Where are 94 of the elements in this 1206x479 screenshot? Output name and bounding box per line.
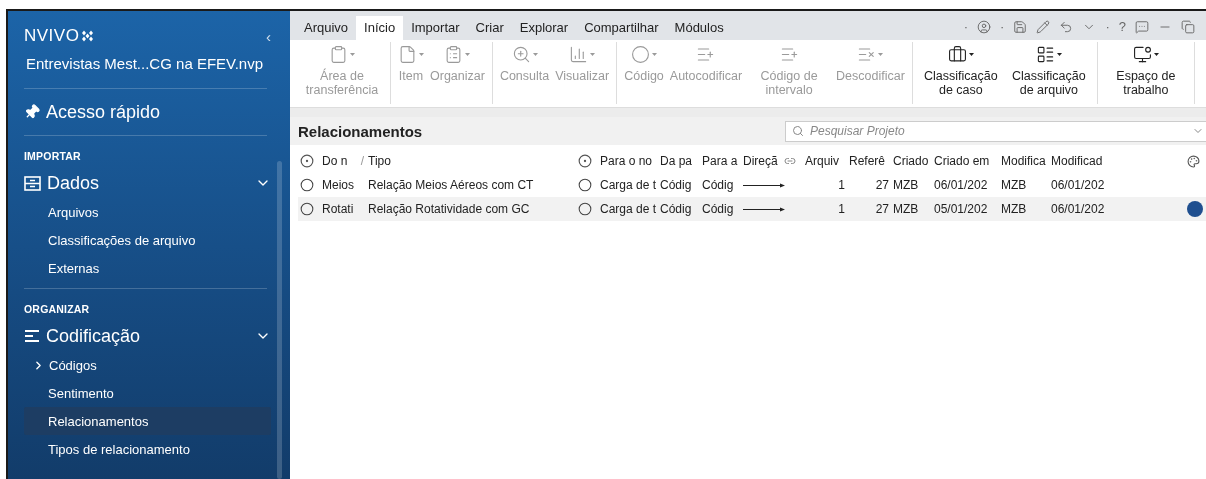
pencil-icon[interactable]	[1036, 19, 1051, 34]
table-cell: Rotati	[322, 202, 354, 216]
table-cell: 27	[875, 202, 889, 216]
search-field[interactable]: Pesquisar Projeto	[785, 120, 1206, 142]
table-cell: Relação Meios Aéreos com CT	[368, 178, 534, 192]
bar-chart-icon	[569, 44, 589, 64]
briefcase-icon	[947, 44, 967, 64]
table-cell: 06/01/202	[1051, 178, 1105, 192]
table-cell: Carga de t	[600, 202, 657, 216]
column-header[interactable]: Modifica	[1001, 154, 1046, 168]
nav-item[interactable]: Classificações de arquivo	[24, 226, 271, 254]
table-cell: Códig	[702, 202, 734, 216]
ribbon-button[interactable]: Classificação de arquivo	[1005, 42, 1092, 104]
menu-tab[interactable]: Explorar	[511, 16, 577, 40]
comment-icon[interactable]	[1135, 19, 1149, 34]
undo-icon[interactable]	[1059, 19, 1074, 34]
radio-icon[interactable]	[300, 154, 314, 168]
column-header[interactable]: Tipo	[368, 154, 391, 168]
menu-tab[interactable]: Importar	[403, 16, 468, 40]
circle-icon	[631, 44, 650, 64]
table-cell: MZB	[893, 178, 919, 192]
radio-icon[interactable]	[300, 178, 314, 192]
project-name: Entrevistas Mest...CG na EFEV.nvp	[26, 55, 265, 72]
toolbar-text: ?	[1118, 19, 1126, 34]
table-cell: Meios	[322, 178, 354, 192]
column-header[interactable]: Arquiv	[805, 154, 839, 168]
nav-item[interactable]: Relacionamentos	[24, 407, 271, 435]
ribbon-button[interactable]: Espaço de trabalho	[1102, 42, 1189, 104]
column-header[interactable]: Criado em	[934, 154, 990, 168]
file-icon	[398, 44, 417, 64]
table-cell: 1	[838, 202, 845, 216]
table-cell: 05/01/202	[934, 202, 988, 216]
column-header[interactable]: Direçã	[743, 154, 778, 168]
column-header[interactable]: Referê	[849, 154, 886, 168]
menu-tab[interactable]: Arquivo	[296, 16, 357, 40]
table-cell: Relação Rotatividade com GC	[368, 202, 530, 216]
restore-icon[interactable]	[1181, 19, 1195, 34]
logo-dots-icon	[81, 30, 96, 42]
search-icon	[511, 44, 531, 64]
search-icon	[792, 124, 804, 137]
menu-tab[interactable]: Compartilhar	[576, 16, 667, 40]
save-icon[interactable]	[1013, 19, 1028, 34]
radio-icon[interactable]	[300, 202, 314, 216]
table-cell: MZB	[1001, 202, 1027, 216]
table-cell: Códig	[660, 202, 692, 216]
menu-tab[interactable]: Início	[356, 16, 404, 40]
toolbar-text: ·	[1000, 19, 1005, 34]
layout-list-icon	[1035, 44, 1055, 64]
nav-group[interactable]: Codificação	[46, 325, 249, 347]
nav-item[interactable]: Externas	[24, 254, 271, 282]
app-logo: NVIVO	[24, 26, 80, 46]
monitor-icon	[1132, 44, 1152, 64]
toolbar-text: ·	[1105, 19, 1110, 34]
quick-access-link[interactable]: Acesso rápido	[46, 101, 161, 123]
table-cell: 27	[875, 178, 889, 192]
table-cell: MZB	[1001, 178, 1027, 192]
table-cell: 1	[838, 178, 845, 192]
table-cell: MZB	[893, 202, 919, 216]
radio-icon[interactable]	[578, 154, 592, 168]
table-cell: Carga de t	[600, 178, 657, 192]
collapse-button[interactable]: ‹	[266, 27, 271, 45]
column-header[interactable]: Para a	[702, 154, 738, 168]
radio-icon[interactable]	[578, 178, 592, 192]
table-cell: 06/01/202	[1051, 202, 1105, 216]
nav-group[interactable]: Dados	[47, 172, 249, 194]
nav-item[interactable]: Arquivos	[24, 198, 271, 226]
table-cell: 06/01/202	[934, 178, 988, 192]
table-cell: Códig	[702, 178, 734, 192]
clipboard-icon	[329, 44, 348, 64]
direction-arrow-icon	[743, 206, 785, 212]
menu-tab[interactable]: Módulos	[666, 16, 732, 40]
column-header[interactable]: Para o no	[600, 154, 653, 168]
menu-tab[interactable]: Criar	[467, 16, 512, 40]
palette-icon[interactable]	[1187, 154, 1200, 168]
column-header[interactable]: Modificad	[1051, 154, 1103, 168]
nav-item[interactable]: Tipos de relacionamento	[24, 435, 271, 463]
radio-icon[interactable]	[578, 202, 592, 216]
account-icon[interactable]	[977, 19, 992, 34]
toolbar-text: ·	[963, 19, 969, 34]
ribbon-button[interactable]: Classificação de caso	[917, 42, 1004, 104]
nav-item[interactable]: Códigos	[24, 351, 271, 379]
column-header[interactable]: Da pa	[660, 154, 693, 168]
section-heading: IMPORTAR	[24, 150, 82, 162]
nav-item[interactable]: Sentimento	[24, 379, 271, 407]
direction-arrow-icon	[743, 182, 785, 188]
link-icon	[783, 155, 796, 167]
drawer-icon	[24, 175, 41, 191]
lines-icon	[24, 329, 40, 343]
section-heading: ORGANIZAR	[24, 303, 91, 315]
table-cell: Códig	[660, 178, 692, 192]
column-header[interactable]: Criado	[893, 154, 929, 168]
panel-title: Relacionamentos	[298, 122, 424, 140]
column-header[interactable]: Do n	[322, 154, 348, 168]
sort-indicator: /	[360, 154, 364, 168]
